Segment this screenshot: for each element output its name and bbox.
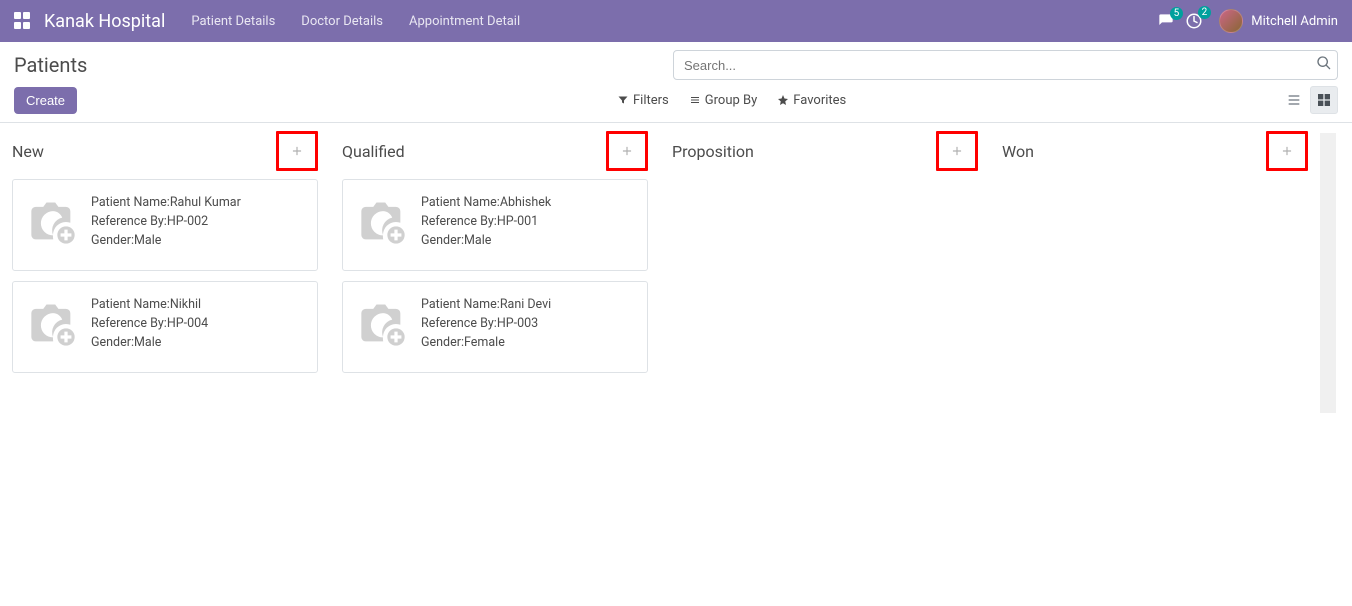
nav-link-doctor-details[interactable]: Doctor Details <box>301 14 383 29</box>
camera-placeholder-icon <box>25 296 81 352</box>
page-title: Patients <box>14 53 87 77</box>
kanban-view-button[interactable] <box>1310 86 1338 114</box>
top-nav: Kanak Hospital Patient Details Doctor De… <box>0 0 1352 42</box>
create-button[interactable]: Create <box>14 87 77 114</box>
groupby-dropdown[interactable]: Group By <box>689 93 758 108</box>
kanban-column-won: Won <box>990 123 1320 169</box>
column-title: Proposition <box>672 142 754 161</box>
nav-link-appointment-detail[interactable]: Appointment Detail <box>409 14 520 29</box>
user-name: Mitchell Admin <box>1251 14 1338 29</box>
column-title: Won <box>1002 142 1034 161</box>
patient-name: Abhishek <box>500 195 551 210</box>
systray: 5 2 <box>1157 12 1203 30</box>
control-panel: Patients Create Filters Group By <box>0 42 1352 123</box>
quick-create-button[interactable] <box>609 134 645 168</box>
kanban-card[interactable]: Patient Name:Rani Devi Reference By:HP-0… <box>342 281 648 373</box>
add-column-handle[interactable] <box>1320 133 1336 413</box>
patient-gender: Female <box>464 335 505 350</box>
patient-ref: HP-001 <box>497 214 538 229</box>
view-switcher <box>1280 86 1338 114</box>
avatar <box>1219 9 1243 33</box>
patient-name: Nikhil <box>170 297 201 312</box>
list-view-button[interactable] <box>1280 86 1308 114</box>
user-menu[interactable]: Mitchell Admin <box>1219 9 1338 33</box>
camera-placeholder-icon <box>355 296 411 352</box>
nav-link-patient-details[interactable]: Patient Details <box>191 14 275 29</box>
messaging-icon[interactable]: 5 <box>1157 13 1175 29</box>
kanban-card[interactable]: Patient Name:Nikhil Reference By:HP-004 … <box>12 281 318 373</box>
search-input[interactable] <box>673 50 1338 80</box>
kanban-column-qualified: Qualified Patient Name:Abhishek Referenc… <box>330 123 660 373</box>
quick-create-button[interactable] <box>939 134 975 168</box>
search-icon[interactable] <box>1316 55 1332 74</box>
column-title: Qualified <box>342 142 405 161</box>
favorites-dropdown[interactable]: Favorites <box>777 93 846 108</box>
camera-placeholder-icon <box>25 194 81 250</box>
patient-name: Rahul Kumar <box>170 195 241 210</box>
quick-create-button[interactable] <box>279 134 315 168</box>
patient-ref: HP-002 <box>167 214 208 229</box>
brand-title[interactable]: Kanak Hospital <box>44 11 165 32</box>
messaging-count: 5 <box>1170 7 1184 20</box>
kanban-column-proposition: Proposition <box>660 123 990 169</box>
column-title: New <box>12 142 44 161</box>
quick-create-button[interactable] <box>1269 134 1305 168</box>
camera-placeholder-icon <box>355 194 411 250</box>
kanban-card[interactable]: Patient Name:Abhishek Reference By:HP-00… <box>342 179 648 271</box>
kanban-card[interactable]: Patient Name:Rahul Kumar Reference By:HP… <box>12 179 318 271</box>
kanban-column-new: New Patient Name:Rahul Kumar Reference B… <box>0 123 330 373</box>
patient-ref: HP-004 <box>167 316 208 331</box>
activity-icon[interactable]: 2 <box>1185 12 1203 30</box>
patient-gender: Male <box>134 335 161 350</box>
search-container <box>673 50 1338 80</box>
apps-icon[interactable] <box>14 12 32 30</box>
patient-gender: Male <box>464 233 491 248</box>
search-options: Filters Group By Favorites <box>617 93 846 108</box>
activity-count: 2 <box>1198 6 1212 19</box>
patient-ref: HP-003 <box>497 316 538 331</box>
patient-name: Rani Devi <box>500 297 551 312</box>
filters-dropdown[interactable]: Filters <box>617 93 669 108</box>
kanban-board: New Patient Name:Rahul Kumar Reference B… <box>0 123 1352 433</box>
patient-gender: Male <box>134 233 161 248</box>
